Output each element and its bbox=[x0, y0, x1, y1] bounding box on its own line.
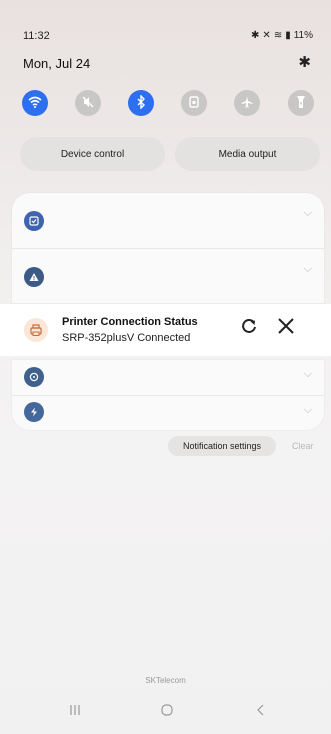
chevron-down-icon[interactable]: ⌵ bbox=[304, 368, 312, 381]
gear-icon[interactable]: ✱ bbox=[298, 53, 311, 71]
signal-icon: ▮ bbox=[285, 30, 291, 41]
notification-title: Printer Connection Status bbox=[62, 316, 198, 328]
notification-settings-button[interactable]: Notification settings bbox=[168, 436, 276, 456]
status-time: 11:32 bbox=[23, 30, 50, 42]
wifi-toggle[interactable] bbox=[22, 90, 48, 116]
notification-subtitle: SRP-352plusV Connected bbox=[62, 332, 191, 344]
bluetooth-toggle[interactable] bbox=[128, 90, 154, 116]
warning-icon bbox=[24, 267, 44, 287]
flashlight-icon bbox=[296, 95, 306, 112]
mute-icon bbox=[82, 95, 94, 111]
chevron-down-icon[interactable]: ⌵ bbox=[304, 404, 312, 417]
chevron-down-icon[interactable]: ⌵ bbox=[304, 263, 312, 276]
sound-toggle[interactable] bbox=[75, 90, 101, 116]
refresh-icon[interactable] bbox=[240, 317, 258, 341]
steering-wheel-icon bbox=[24, 367, 44, 387]
rotation-toggle[interactable] bbox=[181, 90, 207, 116]
lightning-icon bbox=[24, 402, 44, 422]
device-control-label: Device control bbox=[60, 148, 125, 160]
media-output-button[interactable]: Media output bbox=[175, 137, 320, 171]
status-bar: 11:32 ✱ ✕ ≋ ▮ 11% bbox=[23, 30, 313, 46]
status-icons: ✱ ✕ ≋ ▮ 11% bbox=[251, 30, 313, 41]
quick-settings bbox=[22, 90, 314, 116]
notification-row[interactable]: ⌵ bbox=[12, 360, 324, 395]
printer-icon bbox=[24, 318, 48, 342]
navigation-bar bbox=[0, 700, 331, 730]
back-icon[interactable] bbox=[256, 703, 266, 719]
mute-icon: ✕ bbox=[262, 30, 271, 41]
recent-apps-icon[interactable] bbox=[68, 703, 82, 719]
wifi-icon bbox=[28, 95, 42, 111]
rotation-lock-icon bbox=[188, 95, 200, 111]
date-label: Mon, Jul 24 bbox=[23, 56, 91, 71]
media-output-label: Media output bbox=[218, 148, 277, 160]
notification-row[interactable]: ⌵ bbox=[12, 396, 324, 430]
bluetooth-icon bbox=[136, 93, 146, 112]
checklist-app-icon bbox=[24, 211, 44, 231]
device-control-button[interactable]: Device control bbox=[20, 137, 165, 171]
home-icon[interactable] bbox=[160, 703, 174, 719]
airplane-icon bbox=[241, 95, 253, 111]
date-row: Mon, Jul 24 ✱ bbox=[23, 53, 311, 73]
notification-row[interactable]: ⌵ bbox=[12, 193, 324, 248]
chevron-down-icon[interactable]: ⌵ bbox=[304, 207, 312, 220]
notification-settings-label: Notification settings bbox=[182, 441, 262, 451]
carrier-label: SKTelecom bbox=[145, 676, 186, 685]
notification-group-top: ⌵ ⌵ bbox=[12, 193, 324, 303]
flashlight-toggle[interactable] bbox=[288, 90, 314, 116]
notification-row[interactable]: ⌵ bbox=[12, 249, 324, 304]
clear-button[interactable]: Clear bbox=[292, 441, 314, 451]
wifi-icon: ≋ bbox=[273, 30, 283, 41]
bluetooth-icon: ✱ bbox=[251, 30, 260, 41]
battery-level: 11% bbox=[293, 30, 313, 41]
airplane-toggle[interactable] bbox=[234, 90, 260, 116]
close-icon[interactable] bbox=[277, 315, 295, 341]
notification-group-bottom: ⌵ ⌵ bbox=[12, 360, 324, 430]
control-pills: Device control Media output bbox=[20, 137, 320, 171]
printer-notification[interactable]: Printer Connection Status SRP-352plusV C… bbox=[0, 304, 331, 356]
